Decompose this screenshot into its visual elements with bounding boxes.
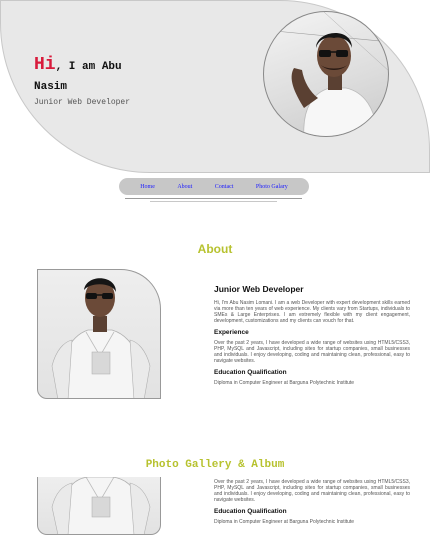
about-heading: Junior Web Developer (214, 284, 304, 294)
hero-role: Junior Web Developer (34, 98, 131, 107)
hero-greeting-rest: , I am Abu (55, 61, 122, 73)
nav-about[interactable]: About (177, 184, 192, 190)
about-photo (37, 269, 161, 399)
hero-banner: Hi, I am Abu Nasim Junior Web Developer (0, 0, 430, 173)
hero-greeting: Hi, I am Abu (34, 55, 122, 75)
gallery-section-title: Photo Gallery & Album (145, 459, 285, 471)
experience-title: Experience (214, 329, 249, 336)
nav-photo-gallery[interactable]: Photo Galary (256, 184, 288, 190)
education-title: Education Qualification (214, 369, 287, 376)
person-photo-icon (264, 12, 388, 136)
gallery-photo (37, 477, 161, 535)
about-bio: Hi, I'm Abu Nasim Lomani. I am a web Dev… (214, 300, 410, 324)
person-photo-icon (51, 278, 151, 398)
nav-home[interactable]: Home (140, 184, 155, 190)
gallery-education-text: Diploma in Computer Engineer at Barguna … (214, 519, 355, 525)
profile-photo (263, 11, 389, 137)
main-nav: Home About Contact Photo Galary (119, 178, 309, 195)
education-text: Diploma in Computer Engineer at Barguna … (214, 380, 355, 386)
about-info: Junior Web Developer Hi, I'm Abu Nasim L… (214, 284, 410, 386)
gallery-info: Over the past 2 years, I have developed … (214, 479, 410, 525)
about-section-title: About (197, 242, 233, 256)
hero-name: Nasim (34, 81, 68, 93)
nav-contact[interactable]: Contact (215, 184, 234, 190)
person-photo-icon (51, 477, 151, 534)
nav-divider (125, 198, 302, 199)
gallery-experience-text: Over the past 2 years, I have developed … (214, 479, 410, 503)
gallery-education-title: Education Qualification (214, 508, 287, 515)
hero-greeting-hi: Hi (34, 55, 56, 75)
nav-divider-secondary (150, 201, 277, 202)
experience-text: Over the past 2 years, I have developed … (214, 340, 410, 364)
